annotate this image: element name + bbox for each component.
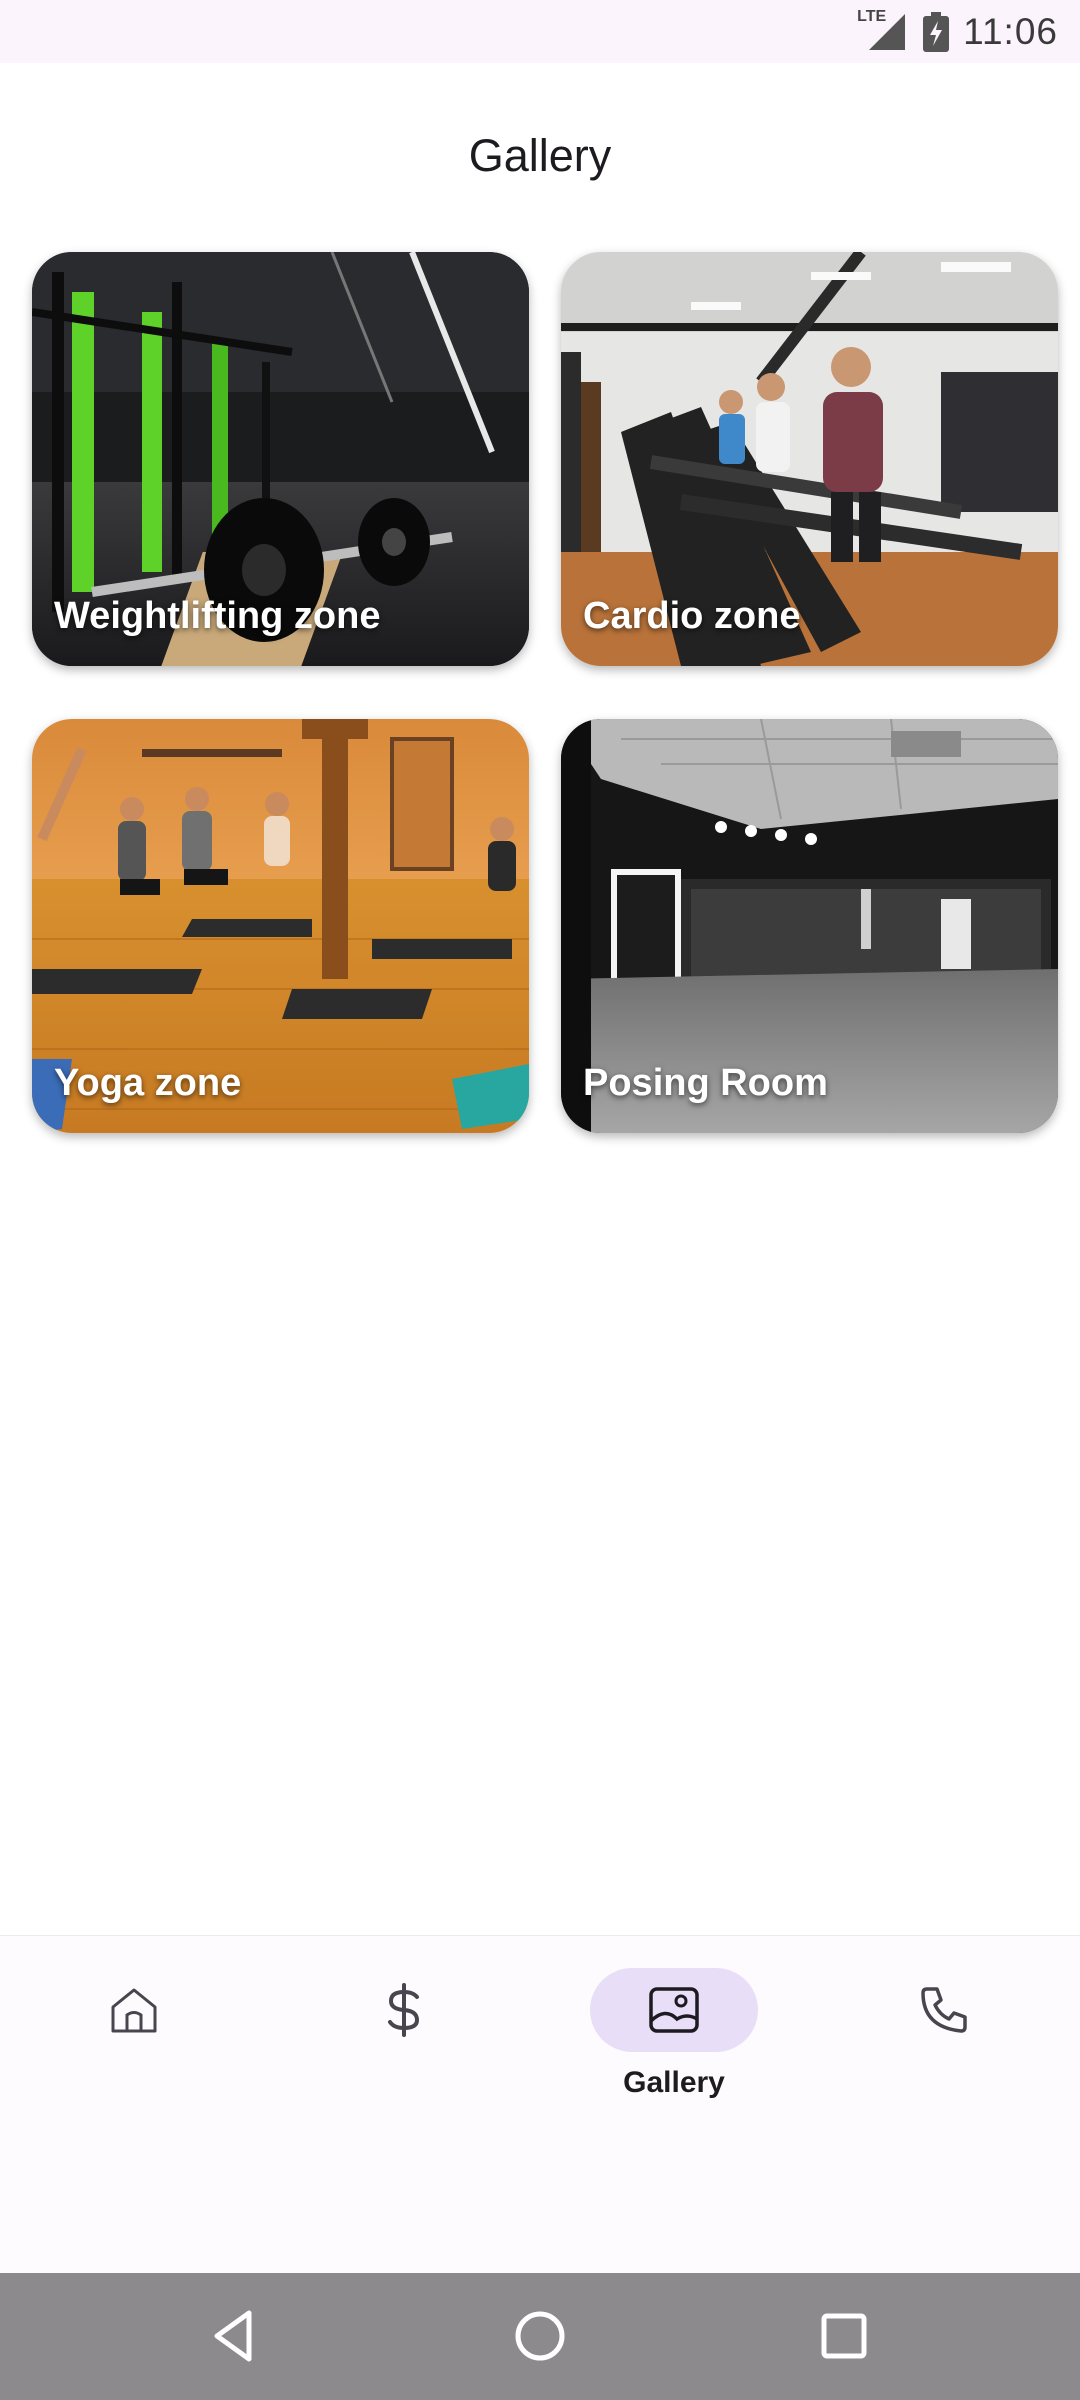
gallery-card-weightlifting[interactable]: Weightlifting zone bbox=[32, 252, 529, 666]
phone-icon bbox=[921, 1987, 967, 2033]
bottom-navigation: Gallery bbox=[0, 1935, 1080, 2274]
card-label: Yoga zone bbox=[54, 1062, 242, 1104]
gallery-card-posing-room[interactable]: Posing Room bbox=[561, 719, 1058, 1133]
nav-item-contact[interactable] bbox=[844, 1968, 1044, 2108]
gallery-card-cardio[interactable]: Cardio zone bbox=[561, 252, 1058, 666]
recents-icon[interactable] bbox=[811, 2303, 877, 2369]
card-label: Weightlifting zone bbox=[54, 595, 381, 637]
signal-icon: LTE bbox=[857, 8, 909, 54]
nav-item-pricing[interactable] bbox=[304, 1968, 504, 2108]
home-circle-icon[interactable] bbox=[507, 2303, 573, 2369]
gallery-icon bbox=[649, 1987, 699, 2033]
status-bar: LTE 11:06 bbox=[0, 0, 1080, 63]
card-label: Posing Room bbox=[583, 1062, 828, 1104]
battery-charging-icon bbox=[923, 12, 950, 52]
card-label: Cardio zone bbox=[583, 595, 801, 637]
nav-item-home[interactable] bbox=[34, 1968, 234, 2108]
system-navigation-bar bbox=[0, 2273, 1080, 2400]
back-icon[interactable] bbox=[203, 2303, 269, 2369]
network-type-label: LTE bbox=[857, 8, 887, 25]
status-icons: LTE 11:06 bbox=[857, 8, 1058, 56]
home-icon bbox=[111, 1988, 157, 2033]
gallery-card-yoga[interactable]: Yoga zone bbox=[32, 719, 529, 1133]
status-time: 11:06 bbox=[963, 11, 1058, 52]
dollar-icon bbox=[388, 1983, 420, 2037]
nav-label-gallery: Gallery bbox=[623, 2066, 725, 2099]
page-title: Gallery bbox=[468, 130, 612, 181]
nav-item-gallery[interactable]: Gallery bbox=[574, 1968, 774, 2108]
